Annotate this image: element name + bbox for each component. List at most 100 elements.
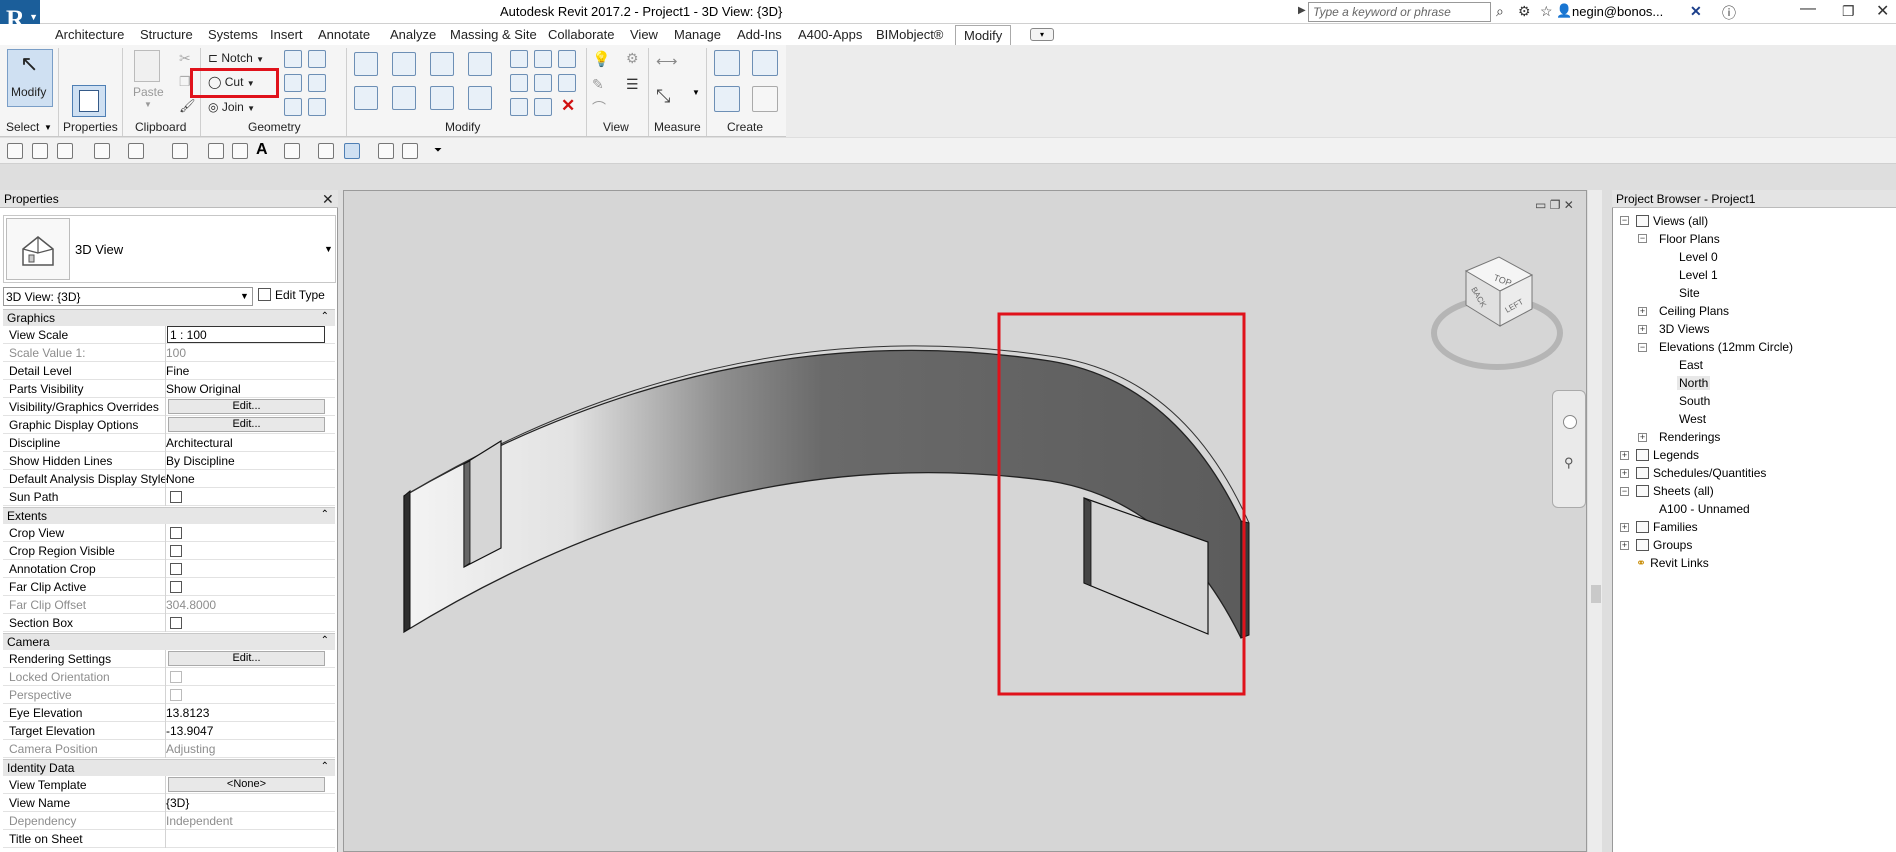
chevron-down-icon[interactable]: ▼ bbox=[692, 88, 700, 97]
collapse-toggle[interactable]: − bbox=[1620, 216, 1629, 225]
user-account[interactable]: negin@bonos... bbox=[1572, 4, 1663, 19]
help-icon[interactable]: ⓘ bbox=[1722, 3, 1736, 23]
prop-discipline[interactable]: Discipline Architectural bbox=[3, 434, 335, 452]
tab-annotate[interactable]: Annotate bbox=[318, 27, 370, 42]
tab-structure[interactable]: Structure bbox=[140, 27, 193, 42]
text-icon[interactable]: A bbox=[256, 141, 268, 159]
instance-view-selector[interactable]: 3D View: {3D} bbox=[3, 287, 253, 306]
expand-toggle[interactable]: + bbox=[1620, 469, 1629, 478]
sun-path-checkbox[interactable] bbox=[170, 491, 182, 503]
tree-north[interactable]: North bbox=[1677, 376, 1711, 390]
prop-view-name[interactable]: View Name {3D} bbox=[3, 794, 335, 812]
split-face-icon[interactable] bbox=[308, 50, 326, 68]
tree-sheets[interactable]: Sheets (all) bbox=[1636, 484, 1714, 498]
measure-qat-icon[interactable] bbox=[172, 143, 188, 159]
trim-multiple-icon[interactable] bbox=[534, 98, 552, 116]
tree-3d-views[interactable]: 3D Views bbox=[1659, 322, 1709, 336]
user-icon[interactable]: 👤 bbox=[1556, 3, 1572, 19]
split-gap-icon[interactable] bbox=[534, 50, 552, 68]
prop-target-elevation[interactable]: Target Elevation -13.9047 bbox=[3, 722, 335, 740]
paint-brush-icon[interactable]: ⌒ bbox=[592, 98, 606, 118]
join-roof-icon[interactable] bbox=[308, 74, 326, 92]
notch-button[interactable]: ⊏ Notch ▼ bbox=[208, 51, 264, 65]
tab-view[interactable]: View bbox=[630, 27, 658, 42]
copy-element-icon[interactable] bbox=[392, 86, 416, 110]
annotation-crop-checkbox[interactable] bbox=[170, 563, 182, 575]
panel-select[interactable]: Select bbox=[6, 120, 39, 134]
expand-toggle[interactable]: + bbox=[1638, 307, 1647, 316]
tree-level-1[interactable]: Level 1 bbox=[1679, 268, 1718, 282]
tree-floor-plans[interactable]: Floor Plans bbox=[1659, 232, 1720, 246]
minimize-icon[interactable]: — bbox=[1800, 0, 1816, 18]
view-scale-input[interactable]: 1 : 100 bbox=[167, 326, 325, 343]
tab-a400-apps[interactable]: A400-Apps bbox=[798, 27, 862, 42]
tab-add-ins[interactable]: Add-Ins bbox=[737, 27, 782, 42]
scale-icon[interactable] bbox=[534, 74, 552, 92]
trim-extend-icon[interactable] bbox=[468, 86, 492, 110]
section-extents[interactable]: Extents ⌃ bbox=[3, 507, 335, 524]
expand-toggle[interactable]: + bbox=[1620, 541, 1629, 550]
aligned-dimension-icon[interactable]: ⤡ bbox=[656, 86, 670, 107]
mirror-axis-icon[interactable] bbox=[430, 52, 454, 76]
trim-single-icon[interactable] bbox=[510, 98, 528, 116]
ribbon-options-icon[interactable]: ▾ bbox=[1030, 28, 1054, 41]
expand-toggle[interactable]: + bbox=[1620, 523, 1629, 532]
tab-architecture[interactable]: Architecture bbox=[55, 27, 124, 42]
graphic-display-edit-button[interactable]: Edit... bbox=[168, 417, 325, 432]
close-icon[interactable]: ✕ bbox=[1564, 198, 1574, 212]
cut-clipboard-icon[interactable]: ✂ bbox=[179, 50, 191, 67]
prop-eye-elevation[interactable]: Eye Elevation 13.8123 bbox=[3, 704, 335, 722]
section-camera[interactable]: Camera ⌃ bbox=[3, 633, 335, 650]
split-element-icon[interactable] bbox=[510, 50, 528, 68]
tree-legends[interactable]: Legends bbox=[1636, 448, 1699, 462]
tag-icon[interactable] bbox=[232, 143, 248, 159]
section-box-checkbox[interactable] bbox=[170, 617, 182, 629]
match-properties-icon[interactable]: 🖌 bbox=[179, 98, 196, 114]
restore-icon[interactable]: ❐ bbox=[1550, 198, 1561, 212]
expand-toggle[interactable]: + bbox=[1638, 433, 1647, 442]
collapse-toggle[interactable]: − bbox=[1638, 234, 1647, 243]
rotate-icon[interactable] bbox=[430, 86, 454, 110]
customize-qat-icon[interactable]: ⏷ bbox=[434, 145, 442, 156]
tree-site[interactable]: Site bbox=[1679, 286, 1700, 300]
subscription-icon[interactable]: ⚙ bbox=[1518, 3, 1531, 20]
create-group-icon[interactable] bbox=[714, 86, 740, 112]
restore-icon[interactable]: ❐ bbox=[1842, 3, 1855, 20]
prop-analysis-style[interactable]: Default Analysis Display Style None bbox=[3, 470, 335, 488]
offset-icon[interactable] bbox=[392, 52, 416, 76]
curved-wall-model[interactable]: TOP BACK LEFT bbox=[344, 191, 1586, 851]
close-icon[interactable]: ✕ bbox=[322, 191, 334, 208]
similar-icon[interactable] bbox=[752, 86, 778, 112]
tab-analyze[interactable]: Analyze bbox=[390, 27, 436, 42]
chevron-down-icon[interactable]: ▼ bbox=[144, 100, 152, 109]
exchange-icon[interactable]: ✕ bbox=[1690, 3, 1702, 20]
rendering-edit-button[interactable]: Edit... bbox=[168, 651, 325, 666]
chevron-right-icon[interactable]: ▶ bbox=[1298, 5, 1306, 16]
tab-collaborate[interactable]: Collaborate bbox=[548, 27, 615, 42]
prop-hidden-lines[interactable]: Show Hidden Lines By Discipline bbox=[3, 452, 335, 470]
section-icon[interactable] bbox=[318, 143, 334, 159]
tab-insert[interactable]: Insert bbox=[270, 27, 303, 42]
linework-icon[interactable]: ✎ bbox=[592, 76, 604, 93]
thin-lines-icon[interactable] bbox=[344, 143, 360, 159]
navigation-bar[interactable]: ⚲ bbox=[1552, 390, 1586, 508]
tab-manage[interactable]: Manage bbox=[674, 27, 721, 42]
vg-edit-button[interactable]: Edit... bbox=[168, 399, 325, 414]
align-icon[interactable] bbox=[354, 52, 378, 76]
tree-ceiling-plans[interactable]: Ceiling Plans bbox=[1659, 304, 1729, 318]
save-icon[interactable] bbox=[32, 143, 48, 159]
paste-icon[interactable] bbox=[134, 50, 160, 82]
move-icon[interactable] bbox=[354, 86, 378, 110]
prop-parts-visibility[interactable]: Parts Visibility Show Original bbox=[3, 380, 335, 398]
pin-icon[interactable] bbox=[558, 50, 576, 68]
scrollbar-thumb[interactable] bbox=[1591, 585, 1601, 603]
unpin-icon[interactable] bbox=[558, 74, 576, 92]
3d-view-icon[interactable] bbox=[284, 143, 300, 159]
view-template-button[interactable]: <None> bbox=[168, 777, 325, 792]
tree-east[interactable]: East bbox=[1679, 358, 1703, 372]
expand-toggle[interactable]: + bbox=[1620, 451, 1629, 460]
paint-icon[interactable] bbox=[284, 74, 302, 92]
tree-views-all[interactable]: Views (all) bbox=[1636, 214, 1708, 228]
far-clip-checkbox[interactable] bbox=[170, 581, 182, 593]
star-icon[interactable]: ☆ bbox=[1540, 3, 1553, 20]
